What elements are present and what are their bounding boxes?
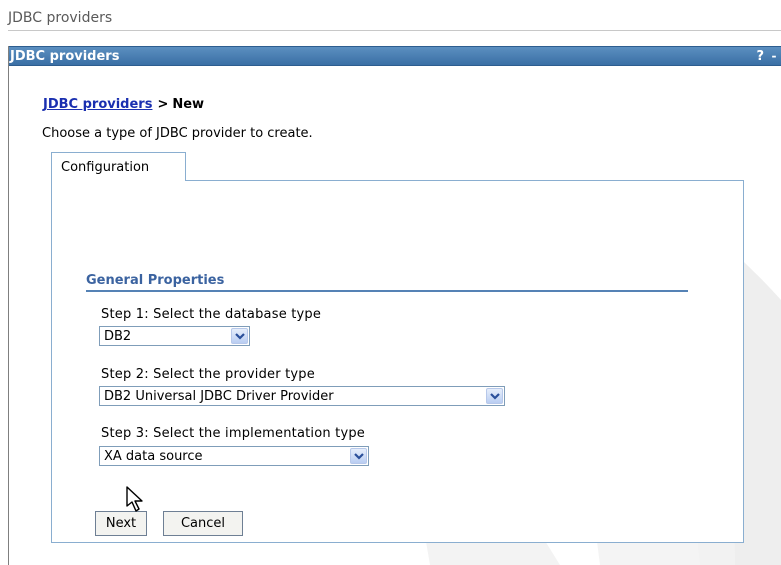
breadcrumb-link-jdbc-providers[interactable]: JDBC providers — [43, 97, 152, 112]
provider-type-select[interactable]: DB2 Universal JDBC Driver Provider — [99, 386, 505, 406]
chevron-down-icon[interactable] — [231, 328, 248, 344]
help-icon[interactable]: ? — [756, 49, 764, 64]
step3-label: Step 3: Select the implementation type — [101, 426, 365, 441]
chevron-down-icon[interactable] — [486, 388, 503, 404]
database-type-value: DB2 — [104, 329, 132, 344]
tab-configuration[interactable]: Configuration — [51, 152, 186, 181]
next-button[interactable]: Next — [95, 511, 147, 536]
portlet-title: JDBC providers — [10, 49, 120, 64]
breadcrumb: JDBC providers > New — [43, 97, 204, 112]
step2-label: Step 2: Select the provider type — [101, 367, 315, 382]
provider-type-value: DB2 Universal JDBC Driver Provider — [104, 389, 334, 404]
page-title: JDBC providers — [8, 10, 113, 26]
cancel-button[interactable]: Cancel — [163, 511, 243, 536]
breadcrumb-separator: > — [157, 97, 169, 112]
tab-configuration-label: Configuration — [61, 160, 150, 175]
database-type-select[interactable]: DB2 — [99, 326, 250, 346]
implementation-type-select[interactable]: XA data source — [99, 446, 369, 466]
configuration-panel: General Properties Step 1: Select the da… — [51, 180, 744, 543]
breadcrumb-current: New — [172, 97, 205, 112]
instruction-text: Choose a type of JDBC provider to create… — [42, 126, 313, 141]
minimize-icon[interactable]: - — [768, 50, 780, 63]
mouse-cursor-icon — [126, 486, 143, 512]
section-divider — [86, 290, 688, 292]
step1-label: Step 1: Select the database type — [101, 307, 322, 322]
portlet-header: JDBC providers ? - — [9, 46, 781, 66]
title-divider — [8, 30, 781, 31]
implementation-type-value: XA data source — [104, 449, 203, 464]
chevron-down-icon[interactable] — [350, 448, 367, 464]
portlet: JDBC providers ? - JDBC providers > New Ch… — [8, 46, 781, 565]
section-title: General Properties — [86, 273, 225, 288]
